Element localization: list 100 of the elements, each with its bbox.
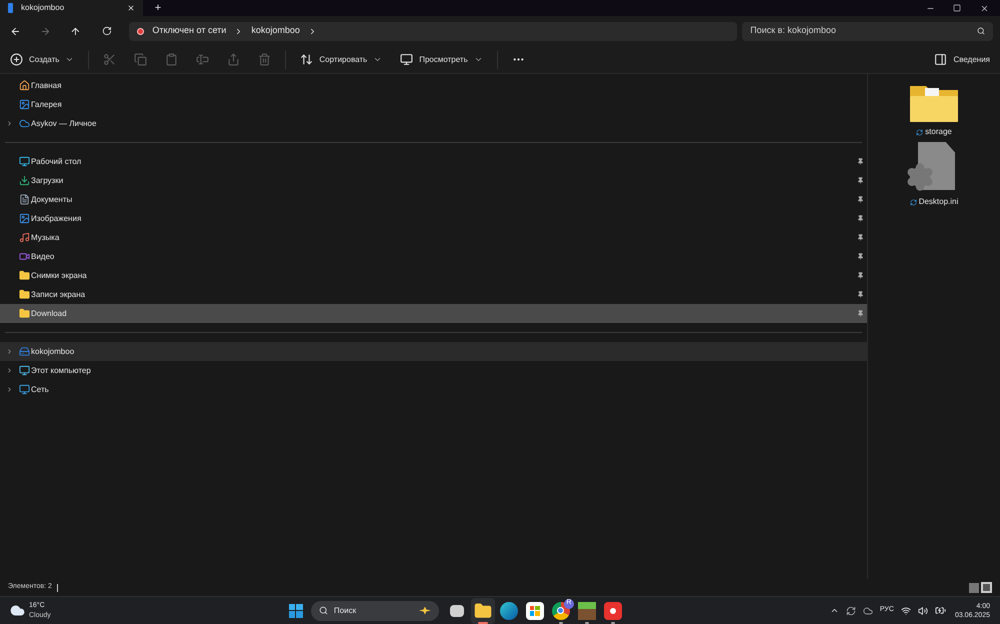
nav-item[interactable]: Главная — [0, 76, 867, 95]
nav-item[interactable]: Документы — [0, 190, 867, 209]
search-input[interactable]: Поиск в: kokojomboo — [750, 24, 977, 38]
taskbar-search[interactable]: Поиск — [310, 600, 439, 620]
monitor-icon — [400, 53, 414, 66]
expand-icon[interactable] — [6, 120, 13, 127]
app-icon — [604, 602, 622, 620]
file-item[interactable]: Desktop.ini — [894, 142, 974, 208]
folder-icon — [474, 602, 492, 620]
tab[interactable]: kokojomboo — [0, 0, 143, 16]
view-button[interactable]: Просмотреть — [392, 46, 491, 74]
download-icon — [19, 175, 30, 186]
image-icon — [19, 213, 30, 224]
search-icon — [318, 606, 328, 615]
pin-icon[interactable] — [857, 215, 864, 222]
refresh-icon[interactable] — [102, 26, 112, 36]
file-name: Desktop.ini — [918, 196, 958, 208]
pin-icon[interactable] — [857, 291, 864, 298]
cloud-icon[interactable] — [862, 606, 873, 616]
sync-icon[interactable] — [846, 606, 856, 616]
offline-icon — [137, 28, 144, 34]
taskbar-app[interactable] — [470, 598, 495, 624]
address-bar[interactable]: Отключен от сети kokojomboo — [129, 22, 738, 40]
video-icon — [19, 251, 30, 262]
search-field[interactable]: Поиск в: kokojomboo — [742, 22, 993, 40]
tiles-view-icon[interactable] — [981, 582, 992, 593]
breadcrumb[interactable]: kokojomboo — [251, 24, 300, 38]
pin-icon[interactable] — [857, 196, 864, 203]
clipboard-icon — [165, 53, 178, 66]
create-button[interactable]: Создать — [2, 46, 82, 74]
panel-icon — [934, 53, 948, 66]
nav-item[interactable]: Рабочий стол — [0, 152, 867, 171]
close-icon[interactable] — [980, 4, 989, 12]
drive-icon — [19, 346, 30, 357]
folder-icon — [19, 308, 30, 319]
scissors-icon — [103, 53, 116, 66]
weather-cloud-icon — [10, 603, 25, 618]
nav-item[interactable]: kokojomboo — [0, 342, 867, 361]
caret-icon — [65, 55, 74, 64]
nav-item[interactable]: Изображения — [0, 209, 867, 228]
nav-item[interactable]: Галерея — [0, 95, 867, 114]
new-tab-button[interactable]: + — [151, 0, 165, 16]
nav-item[interactable]: Загрузки — [0, 171, 867, 190]
sync-icon — [916, 128, 924, 136]
running-indicator — [558, 622, 563, 624]
breadcrumb[interactable]: Отключен от сети — [152, 24, 226, 38]
running-indicator — [610, 622, 615, 624]
drive-icon — [8, 3, 13, 13]
details-view-icon[interactable] — [969, 582, 979, 592]
grass-block-icon — [578, 602, 596, 620]
close-tab-icon[interactable] — [127, 4, 135, 12]
nav-item[interactable]: Снимки экрана — [0, 266, 867, 285]
nav-item[interactable]: Музыка — [0, 228, 867, 247]
sort-button[interactable]: Сортировать — [292, 46, 390, 74]
battery-icon[interactable] — [934, 605, 946, 616]
file-name: storage — [925, 126, 952, 138]
sync-icon — [910, 198, 917, 206]
back-icon[interactable] — [10, 26, 21, 36]
home-icon — [19, 80, 30, 91]
music-icon — [19, 232, 30, 243]
share-icon — [227, 53, 240, 66]
tray-expand-icon[interactable] — [830, 606, 839, 615]
volume-icon[interactable] — [918, 606, 928, 616]
pin-icon[interactable] — [857, 253, 864, 260]
maximize-icon[interactable] — [953, 4, 961, 12]
file-item[interactable]: storage — [894, 82, 974, 138]
caret-icon — [373, 55, 382, 64]
sort-icon — [300, 53, 314, 66]
running-indicator — [584, 622, 589, 624]
store-icon — [526, 602, 544, 620]
expand-icon[interactable] — [6, 367, 13, 374]
pin-icon[interactable] — [857, 234, 864, 241]
monitor-icon — [19, 156, 30, 167]
image-icon — [19, 99, 30, 110]
details-button[interactable]: Сведения — [926, 46, 998, 74]
expand-icon[interactable] — [6, 348, 13, 355]
pin-icon[interactable] — [857, 310, 864, 317]
up-icon[interactable] — [70, 26, 81, 36]
computer-icon — [19, 365, 30, 376]
pin-icon[interactable] — [857, 177, 864, 184]
trash-icon — [258, 53, 272, 66]
pin-icon[interactable] — [857, 158, 864, 165]
forward-icon[interactable] — [40, 26, 51, 36]
pin-icon[interactable] — [857, 272, 864, 279]
browser-icon — [500, 602, 518, 620]
nav-item[interactable]: Сеть — [0, 380, 867, 399]
nav-item[interactable]: Видео — [0, 247, 867, 266]
cloud-icon — [19, 118, 30, 129]
rename-icon — [196, 53, 210, 66]
nav-item[interactable]: Download — [0, 304, 867, 323]
nav-item[interactable]: Asykov — Личное — [0, 114, 867, 133]
nav-item[interactable]: Этот компьютер — [0, 361, 867, 380]
caret-icon — [474, 55, 483, 64]
copy-icon — [134, 53, 148, 66]
expand-icon[interactable] — [6, 386, 13, 393]
plus-circle-icon — [10, 53, 23, 66]
folder-icon — [19, 270, 30, 281]
nav-item[interactable]: Записи экрана — [0, 285, 867, 304]
start-icon[interactable] — [288, 604, 303, 618]
folder-icon — [19, 289, 30, 300]
